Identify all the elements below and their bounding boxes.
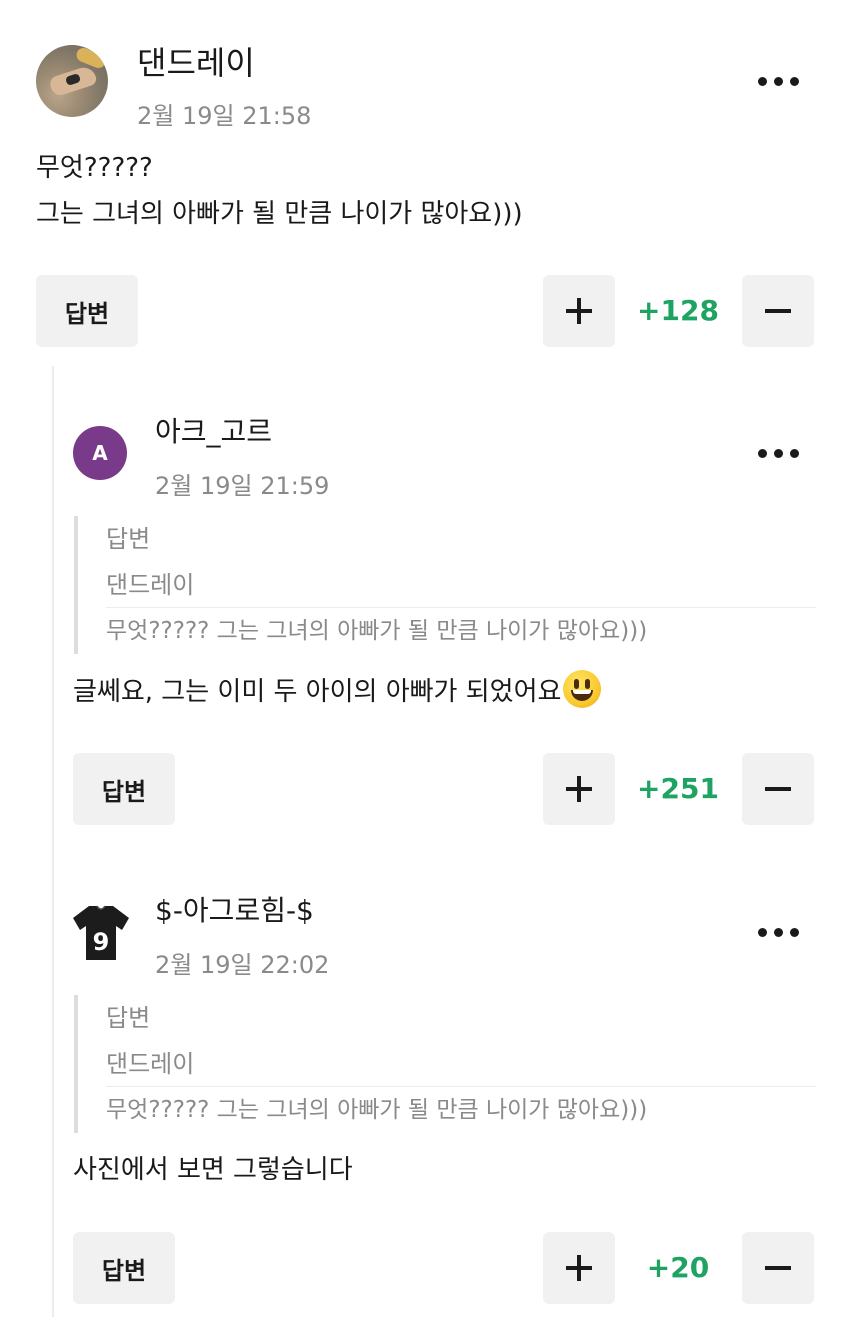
jersey-avatar-icon[interactable]: 9 <box>71 902 131 962</box>
quote-text: 무엇????? 그는 그녀의 아빠가 될 만큼 나이가 많아요))) <box>106 618 648 644</box>
more-options-icon[interactable] <box>758 928 799 937</box>
downvote-button[interactable] <box>742 275 814 347</box>
more-options-icon[interactable] <box>758 449 799 458</box>
reply-button[interactable]: 답변 <box>73 1232 175 1304</box>
upvote-button[interactable] <box>543 275 615 347</box>
user-avatar[interactable] <box>36 45 108 117</box>
comment-timestamp: 2월 19일 21:58 <box>137 102 312 130</box>
downvote-button[interactable] <box>742 753 814 825</box>
upvote-button[interactable] <box>543 753 615 825</box>
comment-timestamp: 2월 19일 22:02 <box>155 951 330 979</box>
grinning-face-emoji-icon <box>563 670 602 708</box>
comment-username[interactable]: 아크_고르 <box>155 410 272 450</box>
quoted-reply[interactable]: 답변 댄드레이 무엇????? 그는 그녀의 아빠가 될 만큼 나이가 많아요)… <box>74 995 816 1133</box>
comment-timestamp: 2월 19일 21:59 <box>155 472 330 500</box>
comment-username[interactable]: 댄드레이 <box>137 38 255 84</box>
reply-button[interactable]: 답변 <box>73 753 175 825</box>
quote-label: 답변 <box>106 1004 151 1032</box>
quoted-reply[interactable]: 답변 댄드레이 무엇????? 그는 그녀의 아빠가 될 만큼 나이가 많아요)… <box>74 516 816 654</box>
jersey-number: 9 <box>93 928 110 956</box>
minus-icon <box>765 309 791 313</box>
avatar-towel-shape <box>74 45 108 71</box>
vote-count: +20 <box>646 1251 710 1284</box>
comment-text: 글쎄요, 그는 이미 두 아이의 아빠가 되었어요 <box>73 670 602 714</box>
comment-text-line: 무엇????? <box>36 153 153 183</box>
vote-count: +128 <box>637 294 719 327</box>
downvote-button[interactable] <box>742 1232 814 1304</box>
quote-author: 댄드레이 <box>106 562 816 608</box>
comments-page: 댄드레이 2월 19일 21:58 무엇????? 그는 그녀의 아빠가 될 만… <box>0 0 850 1317</box>
comment-username[interactable]: $-아그로힘-$ <box>155 889 314 929</box>
quote-label: 답변 <box>106 525 151 553</box>
vote-count: +251 <box>637 772 719 805</box>
quote-author: 댄드레이 <box>106 1041 816 1087</box>
comment-text: 사진에서 보면 그렇습니다 <box>73 1155 353 1185</box>
minus-icon <box>765 1266 791 1270</box>
more-options-icon[interactable] <box>758 77 799 86</box>
quote-text: 무엇????? 그는 그녀의 아빠가 될 만큼 나이가 많아요))) <box>106 1097 648 1123</box>
jersey-icon: 9 <box>73 905 129 960</box>
user-avatar[interactable]: A <box>73 426 127 480</box>
thread-guide-line <box>52 366 54 1317</box>
comment-text-content: 글쎄요, 그는 이미 두 아이의 아빠가 되었어요 <box>73 677 562 707</box>
comment-text-line: 그는 그녀의 아빠가 될 만큼 나이가 많아요))) <box>36 199 523 229</box>
minus-icon <box>765 787 791 791</box>
reply-button[interactable]: 답변 <box>36 275 138 347</box>
upvote-button[interactable] <box>543 1232 615 1304</box>
